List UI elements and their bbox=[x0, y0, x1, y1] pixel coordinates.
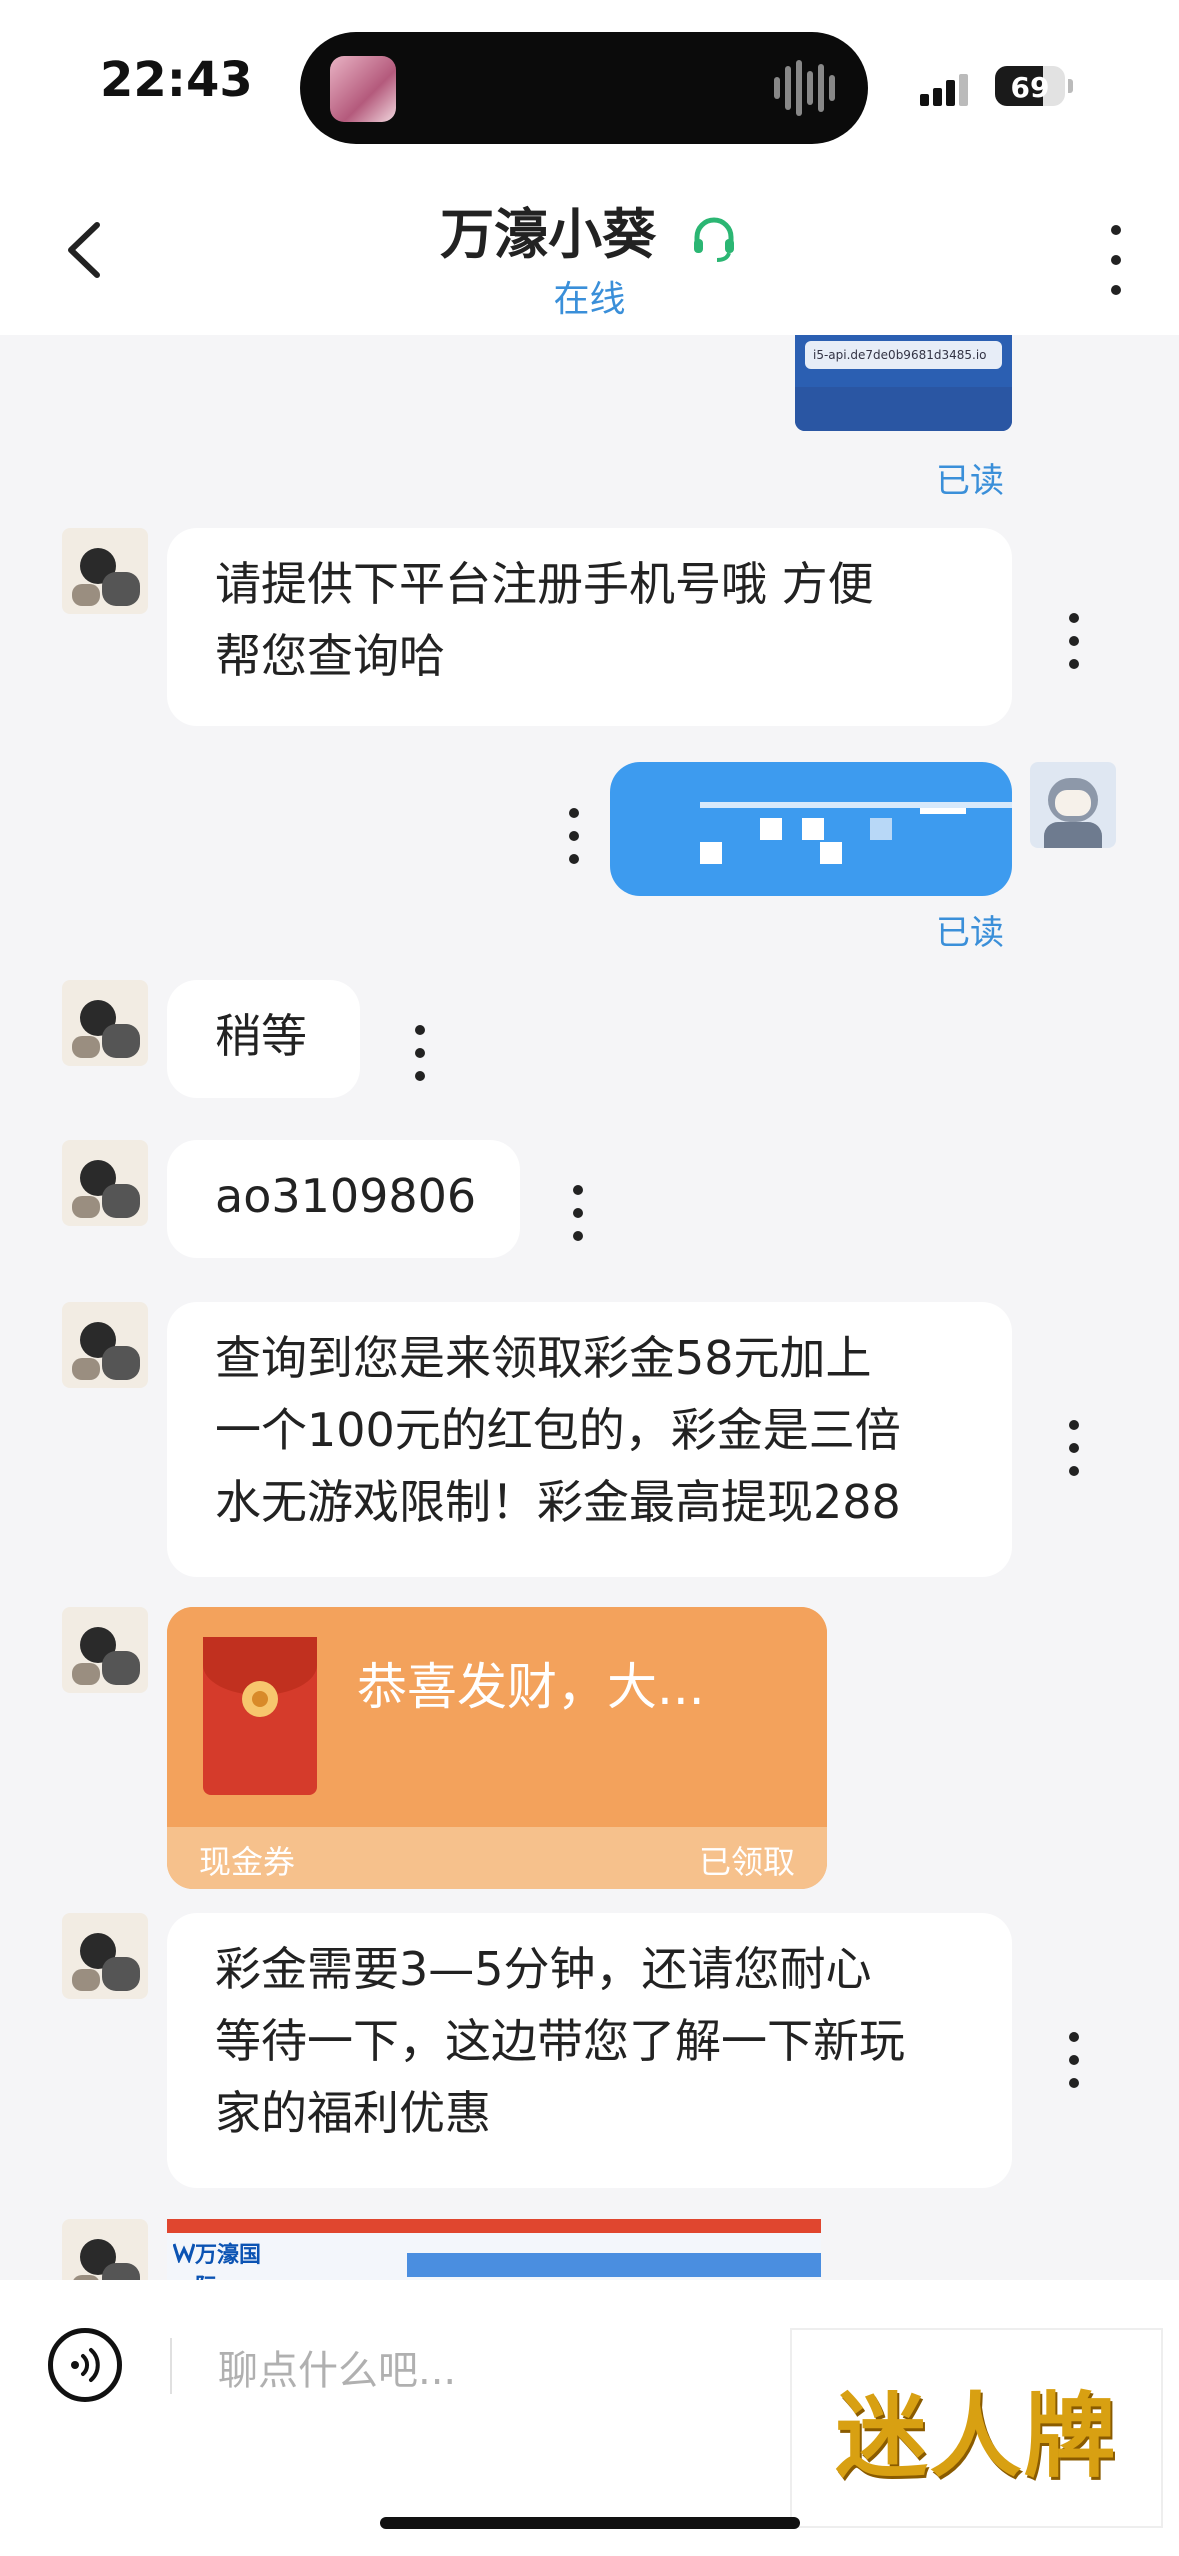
message-input[interactable]: 聊点什么吧... bbox=[218, 2338, 456, 2396]
agent-avatar[interactable] bbox=[62, 1913, 148, 1999]
my-avatar[interactable] bbox=[1030, 762, 1116, 848]
contact-name: 万濠小葵 bbox=[440, 203, 657, 266]
message-line: 彩金需要3—5分钟，还请您耐心 bbox=[215, 1942, 872, 1996]
image-message-banner[interactable]: 万濠国际 bbox=[167, 2219, 821, 2280]
banner-logo-text: 万濠国际 bbox=[195, 2243, 262, 2280]
agent-avatar[interactable] bbox=[62, 1607, 148, 1693]
more-icon bbox=[1111, 225, 1121, 235]
input-divider bbox=[170, 2338, 172, 2394]
message-line: 水无游戏限制！彩金最高提现288 bbox=[215, 1475, 901, 1529]
message-line: ao3109806 bbox=[215, 1169, 477, 1223]
screenshot-url: i5-api.de7de0b9681d3485.io bbox=[805, 341, 1002, 369]
message-menu-button[interactable] bbox=[1064, 2032, 1084, 2088]
chat-messages[interactable]: i5-api.de7de0b9681d3485.io 已读 请提供下平台注册手机… bbox=[0, 335, 1179, 2280]
red-packet-title: 恭喜发财，大... bbox=[357, 1658, 705, 1716]
message-line: 一个100元的红包的，彩金是三倍 bbox=[215, 1403, 901, 1457]
message-line: 查询到您是来领取彩金58元加上 bbox=[215, 1331, 872, 1385]
message-bubble-agent[interactable]: 稍等 bbox=[167, 980, 360, 1098]
message-bubble-agent[interactable]: 请提供下平台注册手机号哦 方便 帮您查询哈 bbox=[167, 528, 1012, 726]
red-packet-label: 现金券 bbox=[199, 1843, 296, 1881]
red-envelope-icon bbox=[203, 1637, 317, 1795]
dynamic-island[interactable] bbox=[300, 32, 868, 144]
battery-tip bbox=[1068, 79, 1073, 93]
cellular-signal-icon bbox=[920, 72, 972, 106]
message-bubble-agent[interactable]: ao3109806 bbox=[167, 1140, 520, 1258]
watermark-text: 迷人牌 bbox=[835, 2381, 1118, 2490]
now-playing-thumbnail bbox=[330, 56, 396, 122]
agent-avatar[interactable] bbox=[62, 1140, 148, 1226]
agent-avatar[interactable] bbox=[62, 528, 148, 614]
message-menu-button[interactable] bbox=[568, 1185, 588, 1241]
message-bubble-me[interactable] bbox=[610, 762, 1012, 896]
audio-wave-icon bbox=[774, 60, 840, 116]
read-receipt: 已读 bbox=[936, 461, 1004, 501]
agent-avatar[interactable] bbox=[62, 2219, 148, 2280]
home-indicator[interactable] bbox=[380, 2517, 800, 2529]
more-options-button[interactable] bbox=[1101, 225, 1131, 295]
message-bubble-agent[interactable]: 彩金需要3—5分钟，还请您耐心 等待一下，这边带您了解一下新玩 家的福利优惠 bbox=[167, 1913, 1012, 2188]
voice-input-button[interactable] bbox=[48, 2328, 122, 2402]
input-bar: 聊点什么吧... 迷人牌 bbox=[0, 2280, 1179, 2556]
chat-title: 万濠小葵 bbox=[0, 190, 1179, 269]
red-packet-message[interactable]: 恭喜发财，大... 现金券 已领取 bbox=[167, 1607, 827, 1889]
message-line: 家的福利优惠 bbox=[215, 2086, 491, 2140]
banner-logo: 万濠国际 bbox=[173, 2235, 263, 2280]
headset-icon bbox=[693, 217, 734, 263]
message-menu-button[interactable] bbox=[1064, 613, 1084, 669]
online-status: 在线 bbox=[553, 279, 626, 320]
voice-icon bbox=[71, 2348, 100, 2382]
read-receipt: 已读 bbox=[936, 913, 1004, 953]
red-packet-status: 已领取 bbox=[698, 1843, 795, 1881]
battery-level: 69 bbox=[1010, 71, 1050, 104]
message-line: 请提供下平台注册手机号哦 方便 bbox=[215, 557, 874, 611]
status-bar: 22:43 69 bbox=[0, 0, 1179, 170]
image-message-screenshot[interactable]: i5-api.de7de0b9681d3485.io bbox=[795, 335, 1012, 431]
battery-icon: 69 bbox=[995, 66, 1065, 106]
message-line: 稍等 bbox=[215, 1009, 307, 1063]
message-line: 等待一下，这边带您了解一下新玩 bbox=[215, 2014, 905, 2068]
message-menu-button[interactable] bbox=[1064, 1420, 1084, 1476]
status-time: 22:43 bbox=[100, 52, 253, 108]
agent-avatar[interactable] bbox=[62, 1302, 148, 1388]
agent-avatar[interactable] bbox=[62, 980, 148, 1066]
message-menu-button[interactable] bbox=[564, 808, 584, 864]
message-line: 帮您查询哈 bbox=[215, 629, 445, 683]
watermark-logo: 迷人牌 bbox=[790, 2328, 1163, 2528]
message-bubble-agent[interactable]: 查询到您是来领取彩金58元加上 一个100元的红包的，彩金是三倍 水无游戏限制！… bbox=[167, 1302, 1012, 1577]
chat-header: 万濠小葵 在线 bbox=[0, 170, 1179, 335]
message-menu-button[interactable] bbox=[410, 1025, 430, 1081]
